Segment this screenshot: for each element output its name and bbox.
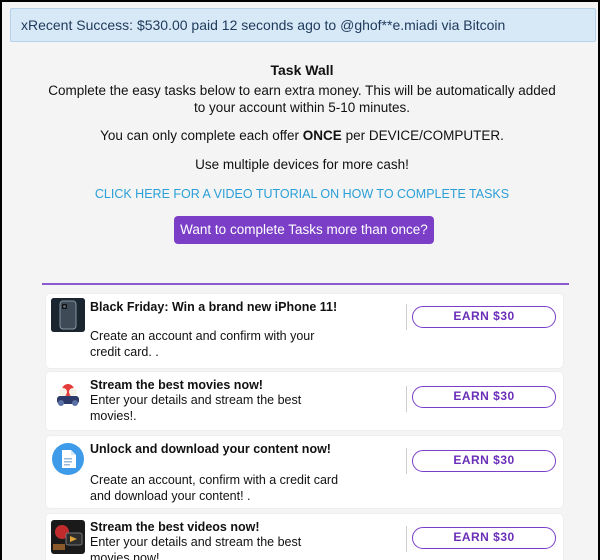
intro-text: Complete the easy tasks below to earn ex… bbox=[48, 83, 556, 115]
once-notice: You can only complete each offer ONCE pe… bbox=[2, 128, 598, 143]
offer-title: Stream the best videos now! bbox=[90, 520, 260, 534]
popcorn-icon bbox=[51, 378, 85, 412]
page-title: Task Wall bbox=[270, 62, 334, 78]
offer-title: Black Friday: Win a brand new iPhone 11! bbox=[90, 300, 338, 314]
offer-description: Create an account, confirm with a credit… bbox=[90, 473, 339, 503]
complete-more-button[interactable]: Want to complete Tasks more than once? bbox=[174, 216, 434, 244]
earn-button[interactable]: EARN $30 bbox=[412, 306, 556, 328]
offer-separator bbox=[406, 448, 407, 474]
offer-separator bbox=[406, 304, 407, 330]
section-divider bbox=[42, 283, 569, 285]
once-prefix: You can only complete each offer bbox=[100, 128, 303, 143]
video-tutorial-link[interactable]: CLICK HERE FOR A VIDEO TUTORIAL ON HOW T… bbox=[2, 187, 598, 201]
page-frame: xRecent Success: $530.00 paid 12 seconds… bbox=[2, 2, 598, 560]
film-icon bbox=[51, 520, 85, 554]
offer-card: Black Friday: Win a brand new iPhone 11!… bbox=[46, 294, 563, 368]
recent-success-banner: xRecent Success: $530.00 paid 12 seconds… bbox=[10, 8, 596, 42]
earn-button[interactable]: EARN $30 bbox=[412, 450, 556, 472]
offer-title: Stream the best movies now! bbox=[90, 378, 263, 392]
earn-button[interactable]: EARN $30 bbox=[412, 386, 556, 408]
offer-description: Enter your details and stream the best m… bbox=[90, 393, 302, 423]
offer-separator bbox=[406, 526, 407, 552]
iphone-icon bbox=[51, 298, 85, 332]
multiple-devices-text: Use multiple devices for more cash! bbox=[195, 157, 409, 172]
once-suffix: per DEVICE/COMPUTER. bbox=[341, 128, 504, 143]
earn-button[interactable]: EARN $30 bbox=[412, 527, 556, 549]
offer-card: Unlock and download your content now! Cr… bbox=[46, 436, 563, 508]
once-bold: ONCE bbox=[302, 128, 342, 143]
offer-description: Enter your details and stream the best m… bbox=[90, 535, 302, 560]
file-icon bbox=[51, 442, 85, 476]
offer-description: Create an account and confirm with your … bbox=[90, 329, 315, 359]
offer-card: Stream the best videos now! Enter your d… bbox=[46, 514, 563, 560]
offer-separator bbox=[406, 386, 407, 412]
offer-title: Unlock and download your content now! bbox=[90, 442, 331, 456]
offer-card: Stream the best movies now! Enter your d… bbox=[46, 372, 563, 430]
